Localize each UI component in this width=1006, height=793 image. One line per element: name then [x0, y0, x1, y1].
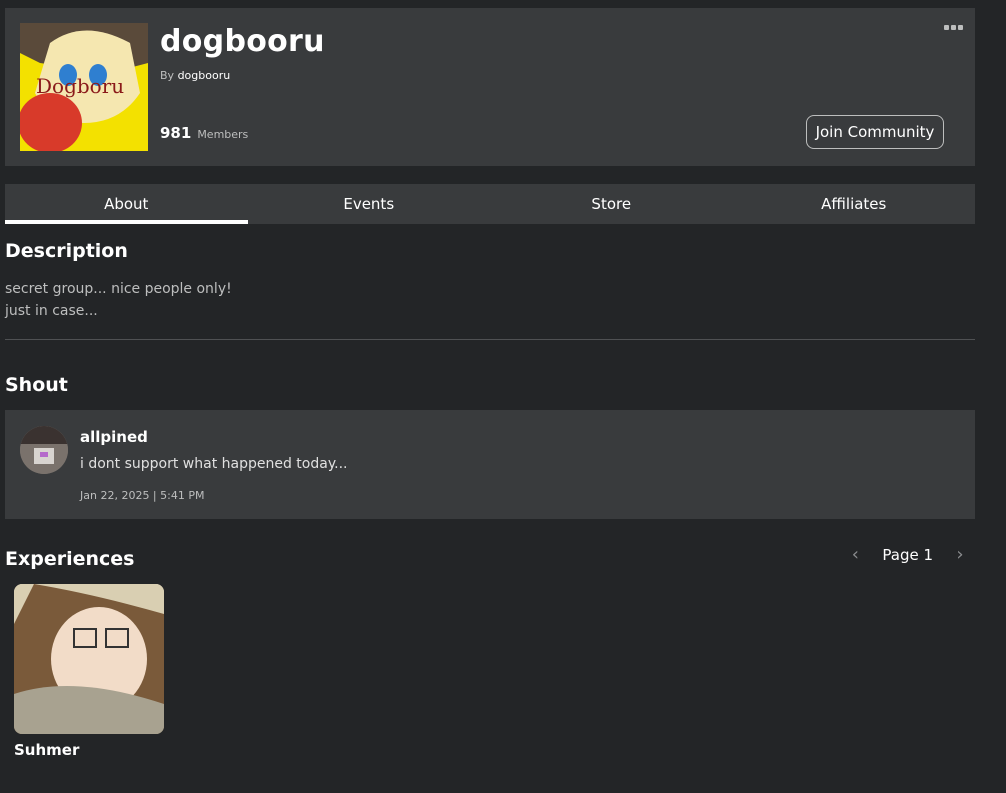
tab-events[interactable]: Events [248, 184, 491, 224]
description-line: secret group... nice people only! [5, 281, 232, 297]
shout-username[interactable]: allpined [80, 428, 148, 446]
divider [5, 339, 975, 340]
experience-name[interactable]: Suhmer [14, 741, 164, 759]
tab-about[interactable]: About [5, 184, 248, 224]
pagination: ‹ Page 1 › [848, 544, 967, 565]
group-header: Dogboru dogbooru By dogbooru 981 Members… [5, 8, 975, 166]
description-heading: Description [5, 240, 128, 262]
owner-link[interactable]: dogbooru [178, 69, 231, 82]
group-emblem-art: Dogboru [20, 23, 148, 151]
experience-thumbnail[interactable] [14, 584, 164, 734]
shout-timestamp: Jan 22, 2025 | 5:41 PM [80, 489, 205, 502]
group-page: Dogboru dogbooru By dogbooru 981 Members… [5, 8, 975, 759]
shout-card: allpined i dont support what happened to… [5, 410, 975, 519]
group-owner-line: By dogbooru [160, 69, 230, 82]
svg-text:Dogboru: Dogboru [36, 74, 124, 98]
chevron-left-icon[interactable]: ‹ [848, 544, 862, 565]
tab-affiliates[interactable]: Affiliates [733, 184, 976, 224]
by-label: By [160, 69, 175, 82]
group-emblem: Dogboru [20, 23, 148, 151]
member-count: 981 Members [160, 124, 248, 142]
experience-thumbnail-art [14, 584, 164, 734]
experiences-heading: Experiences [5, 548, 135, 570]
page-indicator: Page 1 [882, 545, 933, 564]
tab-store[interactable]: Store [490, 184, 733, 224]
shout-message: i dont support what happened today... [80, 456, 348, 472]
experience-card[interactable]: Suhmer [14, 584, 164, 759]
chevron-right-icon[interactable]: › [953, 544, 967, 565]
group-tabs: About Events Store Affiliates [5, 184, 975, 224]
member-count-value: 981 [160, 124, 192, 142]
more-options-icon[interactable] [943, 22, 963, 32]
description-text: secret group... nice people only! just i… [5, 278, 232, 322]
group-title: dogbooru [160, 24, 325, 59]
avatar[interactable] [20, 426, 68, 474]
description-line: just in case... [5, 303, 98, 319]
shout-heading: Shout [5, 374, 68, 396]
avatar-art [20, 426, 68, 474]
join-community-button[interactable]: Join Community [806, 115, 944, 149]
member-count-label: Members [197, 128, 249, 141]
